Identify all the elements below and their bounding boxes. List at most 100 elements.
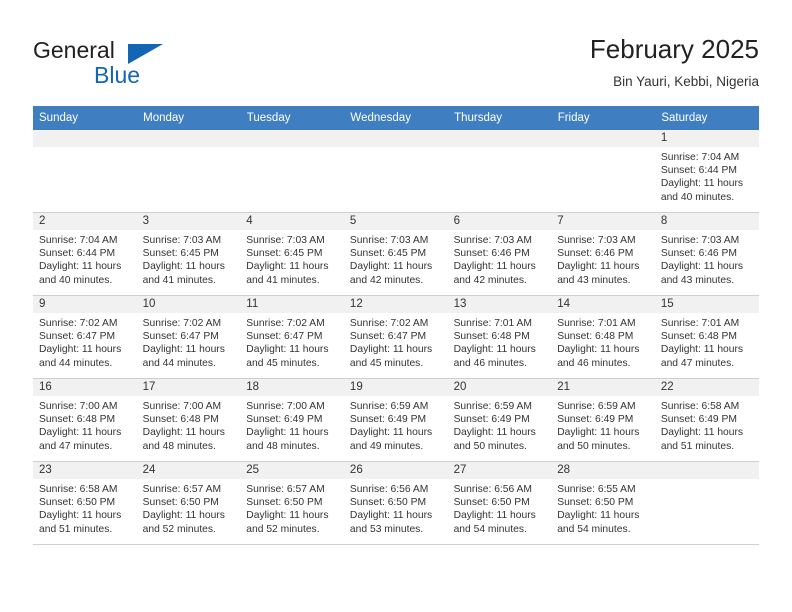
sunrise-text: Sunrise: 7:04 AM <box>660 152 740 163</box>
calendar-day-cell: 28 Sunrise: 6:55 AM Sunset: 6:50 PM Dayligh… <box>551 461 655 545</box>
calendar-body: 1 Sunrise: 7:04 AM Sunset: 6:44 PM Daylight… <box>33 130 759 545</box>
calendar-day-cell: 6 Sunrise: 7:03 AM Sunset: 6:46 PM Daylight… <box>447 212 552 296</box>
day-details: Sunrise: 7:04 AM Sunset: 6:44 PM Daylight:… <box>33 230 137 287</box>
sunset-text: Sunset: 6:49 PM <box>660 414 737 426</box>
day-details: Sunrise: 7:03 AM Sunset: 6:45 PM Daylight:… <box>344 230 448 287</box>
sunrise-text: Sunrise: 7:03 AM <box>453 235 532 246</box>
daylight-text: Daylight: 11 hours and 45 minutes. <box>349 344 433 369</box>
calendar-day-cell: 15 Sunrise: 7:01 AM Sunset: 6:48 PM Dayligh… <box>654 295 759 379</box>
day-details: Sunrise: 6:56 AM Sunset: 6:50 PM Daylight:… <box>448 479 552 536</box>
sunset-text: Sunset: 6:47 PM <box>349 331 427 343</box>
daylight-text: Daylight: 11 hours and 54 minutes. <box>557 510 640 535</box>
calendar-day-cell: 22 Sunrise: 6:58 AM Sunset: 6:49 PM Dayligh… <box>654 378 759 462</box>
calendar-page: General Blue February 2025 Bin Yauri, Ke… <box>0 0 792 612</box>
day-number-band <box>33 130 137 147</box>
daylight-text: Daylight: 11 hours and 40 minutes. <box>39 261 122 286</box>
day-details: Sunrise: 7:01 AM Sunset: 6:48 PM Daylight:… <box>551 313 655 370</box>
day-number-band <box>343 130 448 147</box>
day-number-band <box>447 130 552 147</box>
day-number: 15 <box>654 296 759 313</box>
sunset-text: Sunset: 6:49 PM <box>453 414 530 426</box>
day-details: Sunrise: 6:56 AM Sunset: 6:50 PM Daylight:… <box>344 479 448 536</box>
general-blue-logo[interactable]: General Blue <box>33 37 253 93</box>
calendar-day-cell-empty <box>343 130 448 213</box>
day-number: 20 <box>447 379 552 396</box>
calendar-day-cell: 17 Sunrise: 7:00 AM Sunset: 6:48 PM Dayligh… <box>136 378 241 462</box>
page-title: February 2025 <box>589 34 759 64</box>
daylight-text: Daylight: 11 hours and 41 minutes. <box>246 261 329 286</box>
day-details: Sunrise: 7:03 AM Sunset: 6:46 PM Daylight:… <box>448 230 552 287</box>
day-details: Sunrise: 7:00 AM Sunset: 6:49 PM Daylight:… <box>240 396 344 453</box>
day-number: 13 <box>447 296 552 313</box>
calendar-day-cell: 8 Sunrise: 7:03 AM Sunset: 6:46 PM Daylight… <box>654 212 759 296</box>
daylight-text: Daylight: 11 hours and 45 minutes. <box>246 344 329 369</box>
sunrise-text: Sunrise: 7:01 AM <box>453 318 532 329</box>
sunset-text: Sunset: 6:48 PM <box>142 414 219 426</box>
calendar-day-cell: 21 Sunrise: 6:59 AM Sunset: 6:49 PM Dayligh… <box>551 378 655 462</box>
daylight-text: Daylight: 11 hours and 50 minutes. <box>453 427 536 452</box>
day-number: 16 <box>33 379 137 396</box>
calendar-week-row: 23 Sunrise: 6:58 AM Sunset: 6:50 PM Dayligh… <box>33 461 759 545</box>
day-number: 26 <box>343 462 448 479</box>
day-details: Sunrise: 6:58 AM Sunset: 6:49 PM Daylight:… <box>655 396 759 453</box>
page-header: General Blue February 2025 Bin Yauri, Ke… <box>33 33 759 97</box>
weekday-header-wednesday: Wednesday <box>343 106 449 130</box>
sunrise-text: Sunrise: 7:02 AM <box>349 318 429 329</box>
daylight-text: Daylight: 11 hours and 41 minutes. <box>142 261 225 286</box>
sunset-text: Sunset: 6:50 PM <box>246 497 323 509</box>
sunrise-text: Sunrise: 7:03 AM <box>349 235 429 246</box>
sunrise-text: Sunrise: 7:03 AM <box>660 235 740 246</box>
sunset-text: Sunset: 6:50 PM <box>142 497 219 509</box>
calendar-day-cell-empty <box>136 130 241 213</box>
sunset-text: Sunset: 6:48 PM <box>557 331 634 343</box>
day-details: Sunrise: 6:59 AM Sunset: 6:49 PM Daylight:… <box>551 396 655 453</box>
logo-text-general: General <box>33 37 115 63</box>
title-block: February 2025 Bin Yauri, Kebbi, Nigeria <box>590 33 759 92</box>
day-number: 22 <box>654 379 759 396</box>
weekday-header-tuesday: Tuesday <box>240 106 345 130</box>
calendar-day-cell: 10 Sunrise: 7:02 AM Sunset: 6:47 PM Dayligh… <box>136 295 241 379</box>
sunrise-sunset-calendar: Sunday Monday Tuesday Wednesday Thursday… <box>33 106 759 545</box>
sunrise-text: Sunrise: 7:02 AM <box>39 318 118 329</box>
sunset-text: Sunset: 6:46 PM <box>557 248 634 260</box>
sunset-text: Sunset: 6:45 PM <box>246 248 323 260</box>
calendar-day-cell: 5 Sunrise: 7:03 AM Sunset: 6:45 PM Daylight… <box>343 212 448 296</box>
day-number: 21 <box>551 379 655 396</box>
sunrise-text: Sunrise: 7:01 AM <box>557 318 636 329</box>
calendar-day-cell: 25 Sunrise: 6:57 AM Sunset: 6:50 PM Dayligh… <box>240 461 344 545</box>
day-number: 28 <box>551 462 655 479</box>
sunrise-text: Sunrise: 6:57 AM <box>246 484 325 495</box>
calendar-day-cell: 27 Sunrise: 6:56 AM Sunset: 6:50 PM Dayligh… <box>447 461 552 545</box>
calendar-day-cell: 20 Sunrise: 6:59 AM Sunset: 6:49 PM Dayligh… <box>447 378 552 462</box>
calendar-day-cell: 12 Sunrise: 7:02 AM Sunset: 6:47 PM Dayligh… <box>343 295 448 379</box>
day-number: 18 <box>240 379 344 396</box>
weekday-header-thursday: Thursday <box>447 106 552 130</box>
sunrise-text: Sunrise: 6:59 AM <box>349 401 429 412</box>
daylight-text: Daylight: 11 hours and 48 minutes. <box>142 427 225 452</box>
sunset-text: Sunset: 6:45 PM <box>142 248 219 260</box>
calendar-day-cell-empty <box>447 130 552 213</box>
calendar-day-cell: 16 Sunrise: 7:00 AM Sunset: 6:48 PM Dayligh… <box>33 378 137 462</box>
day-details: Sunrise: 7:00 AM Sunset: 6:48 PM Daylight:… <box>33 396 137 453</box>
daylight-text: Daylight: 11 hours and 51 minutes. <box>39 510 122 535</box>
calendar-day-cell: 11 Sunrise: 7:02 AM Sunset: 6:47 PM Dayligh… <box>240 295 344 379</box>
day-number: 9 <box>33 296 137 313</box>
day-number: 17 <box>136 379 241 396</box>
sunrise-text: Sunrise: 6:56 AM <box>453 484 532 495</box>
weekday-header-friday: Friday <box>551 106 656 130</box>
sunrise-text: Sunrise: 7:03 AM <box>557 235 636 246</box>
sunset-text: Sunset: 6:46 PM <box>453 248 530 260</box>
sunset-text: Sunset: 6:47 PM <box>246 331 323 343</box>
sunrise-text: Sunrise: 6:55 AM <box>557 484 636 495</box>
calendar-day-cell-empty <box>240 130 344 213</box>
sunset-text: Sunset: 6:50 PM <box>453 497 530 509</box>
daylight-text: Daylight: 11 hours and 52 minutes. <box>246 510 329 535</box>
day-number: 2 <box>33 213 137 230</box>
day-number: 14 <box>551 296 655 313</box>
day-number: 8 <box>654 213 759 230</box>
daylight-text: Daylight: 11 hours and 47 minutes. <box>660 344 744 369</box>
calendar-day-cell: 3 Sunrise: 7:03 AM Sunset: 6:45 PM Daylight… <box>136 212 241 296</box>
calendar-day-cell: 26 Sunrise: 6:56 AM Sunset: 6:50 PM Dayligh… <box>343 461 448 545</box>
day-number: 5 <box>343 213 448 230</box>
daylight-text: Daylight: 11 hours and 42 minutes. <box>453 261 536 286</box>
